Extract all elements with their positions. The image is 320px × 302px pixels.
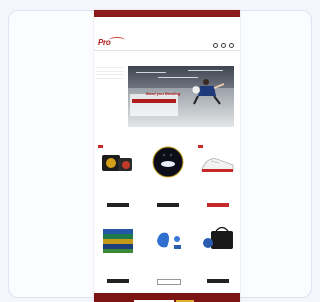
- ceiling-light: [136, 72, 166, 73]
- top-bar: [94, 10, 240, 17]
- cart-icon[interactable]: [229, 43, 234, 48]
- product-card[interactable]: [148, 145, 188, 211]
- ceiling-light: [188, 70, 223, 71]
- logo-swoosh: [109, 37, 125, 43]
- product-image-towels: [103, 229, 133, 253]
- product-image-bowling-bag: [203, 226, 233, 249]
- sidebar-item[interactable]: [96, 75, 124, 79]
- product-image-grip-accessories: [157, 232, 181, 249]
- nav-divider: [94, 50, 240, 51]
- product-card[interactable]: [198, 145, 238, 211]
- category-sidebar: [96, 65, 124, 79]
- select-options-button[interactable]: [207, 279, 229, 283]
- header-icons: [213, 43, 234, 48]
- select-options-button[interactable]: [107, 279, 129, 283]
- product-image-bowling-bag-set: [102, 155, 132, 171]
- product-image-bowling-ball: [152, 146, 184, 178]
- select-options-button[interactable]: [157, 203, 179, 207]
- bowler-illustration: [191, 79, 225, 105]
- product-card[interactable]: [98, 221, 138, 287]
- select-options-button[interactable]: [157, 279, 181, 285]
- hero-banner[interactable]: Bowl you Bowling: [128, 66, 234, 127]
- account-icon[interactable]: [221, 43, 226, 48]
- promo-strip: [94, 17, 240, 31]
- search-icon[interactable]: [213, 43, 218, 48]
- hero-title: Bowl you Bowling: [146, 91, 181, 96]
- select-options-button[interactable]: [207, 203, 229, 207]
- hero-subtitle: [132, 99, 176, 103]
- product-card[interactable]: [198, 221, 238, 287]
- product-card[interactable]: [98, 145, 138, 211]
- webpage-thumbnail: Pro Bowl you Bowling: [94, 10, 240, 302]
- product-card[interactable]: [148, 221, 188, 287]
- select-options-button[interactable]: [107, 203, 129, 207]
- hero-banner-bg: [130, 94, 178, 116]
- product-image-bowling-shoes: [201, 158, 234, 172]
